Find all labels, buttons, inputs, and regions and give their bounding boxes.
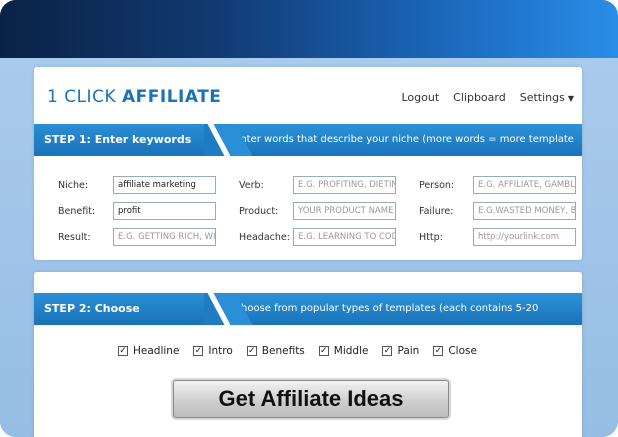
category-label: Close [448, 345, 477, 357]
category-benefits[interactable]: ✓ Benefits [246, 345, 305, 357]
failure-input[interactable]: E.G.WASTED MONEY, BEING [473, 202, 576, 220]
settings-label: Settings [519, 91, 565, 104]
category-close[interactable]: ✓ Close [433, 345, 477, 357]
product-label: Product: [239, 206, 279, 217]
category-intro[interactable]: ✓ Intro [193, 345, 233, 357]
form-row: Result: E.G. GETTING RICH, WIN Headache:… [34, 228, 582, 246]
get-affiliate-ideas-button[interactable]: Get Affiliate Ideas [173, 380, 449, 418]
benefit-label: Benefit: [58, 206, 96, 217]
step2-title: STEP 2: Choose Categories [34, 293, 204, 347]
form-row: Niche: affiliate marketing Verb: E.G. PR… [34, 176, 582, 194]
step1-description-bar: Enter words that describe your niche (mo… [230, 124, 582, 177]
top-nav: Logout Clipboard Settings ▼ [402, 91, 575, 104]
niche-input[interactable]: affiliate marketing [113, 176, 216, 194]
checkbox-checked-icon[interactable]: ✓ [193, 346, 204, 356]
step1-title: STEP 1: Enter keywords [34, 124, 204, 156]
checkbox-checked-icon[interactable]: ✓ [318, 346, 329, 356]
caret-down-icon: ▼ [567, 94, 574, 103]
checkbox-checked-icon[interactable]: ✓ [246, 346, 257, 356]
category-middle[interactable]: ✓ Middle [318, 345, 369, 357]
category-checkboxes: ✓ Headline ✓ Intro ✓ Benefits ✓ Middle ✓ Pain… [118, 345, 491, 357]
keywords-panel: 1 CLICK AFFILIATE Logout Clipboard Setti… [34, 67, 582, 260]
logo-prefix: 1 CLICK [47, 87, 122, 107]
headache-label: Headache: [239, 232, 290, 243]
verb-label: Verb: [239, 180, 264, 191]
app-frame: 1 CLICK AFFILIATE Logout Clipboard Setti… [0, 0, 618, 437]
category-pain[interactable]: ✓ Pain [382, 345, 419, 357]
checkbox-checked-icon[interactable]: ✓ [433, 346, 444, 356]
headache-input[interactable]: E.G. LEARNING TO CODE [293, 228, 396, 246]
step2-description: Choose from popular types of templates (… [234, 303, 539, 346]
form-row: Benefit: profit Product: YOUR PRODUCT NA… [34, 202, 582, 220]
categories-panel: Choose from popular types of templates (… [34, 272, 582, 437]
http-label: Http: [419, 232, 443, 243]
step1-ribbon: Enter words that describe your niche (mo… [34, 124, 582, 177]
category-headline[interactable]: ✓ Headline [118, 345, 179, 357]
result-label: Result: [58, 232, 91, 243]
http-input[interactable]: http://yourlink.com [473, 228, 576, 246]
benefit-input[interactable]: profit [113, 202, 216, 220]
category-label: Middle [333, 345, 369, 357]
person-input[interactable]: E.G. AFFILIATE, GAMBLER [473, 176, 576, 194]
settings-menu[interactable]: Settings ▼ [520, 91, 574, 104]
result-input[interactable]: E.G. GETTING RICH, WIN [113, 228, 216, 246]
verb-input[interactable]: E.G. PROFITING, DIETING [293, 176, 396, 194]
failure-label: Failure: [419, 206, 454, 217]
app-header: 1 CLICK AFFILIATE Logout Clipboard Setti… [34, 67, 582, 125]
step2-ribbon: Choose from popular types of templates (… [34, 293, 582, 347]
category-label: Intro [208, 345, 233, 357]
top-banner [0, 0, 618, 58]
checkbox-checked-icon[interactable]: ✓ [382, 346, 393, 356]
category-label: Headline [133, 345, 180, 357]
app-logo: 1 CLICK AFFILIATE [47, 87, 221, 107]
clipboard-link[interactable]: Clipboard [453, 91, 506, 104]
logout-link[interactable]: Logout [402, 91, 440, 104]
niche-label: Niche: [58, 180, 89, 191]
step1-description: Enter words that describe your niche (mo… [234, 134, 574, 177]
checkbox-checked-icon[interactable]: ✓ [118, 346, 128, 356]
step2-description-bar: Choose from popular types of templates (… [230, 293, 582, 346]
product-input[interactable]: YOUR PRODUCT NAME [293, 202, 396, 220]
person-label: Person: [419, 180, 455, 191]
logo-bold: AFFILIATE [122, 87, 222, 107]
category-label: Pain [397, 345, 420, 357]
category-label: Benefits [261, 345, 305, 357]
